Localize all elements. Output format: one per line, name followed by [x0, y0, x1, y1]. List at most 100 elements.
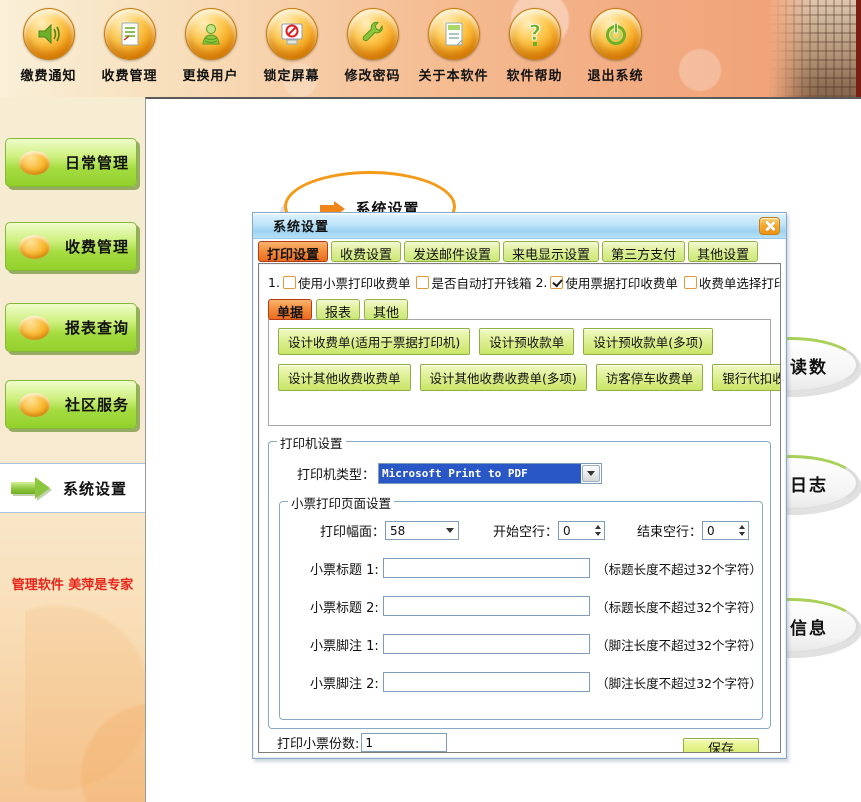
checkbox-use-receipt-printer[interactable]: [283, 276, 296, 289]
chevron-down-icon: [587, 471, 595, 480]
toolbar-button-payment-notice[interactable]: 缴费通知: [8, 8, 89, 84]
start-blank-spinner[interactable]: 0: [558, 521, 605, 540]
tab-thirdparty-payment[interactable]: 第三方支付: [602, 241, 685, 262]
sidebar-item-label: 报表查询: [65, 317, 129, 338]
tab-email-settings[interactable]: 发送邮件设置: [404, 241, 500, 262]
toolbar-button-about-software[interactable]: 关于本软件: [413, 8, 494, 84]
receipt-footer2-row: 小票脚注 2: （脚注长度不超过32个字符）: [298, 672, 762, 692]
help-icon: ?: [509, 8, 561, 60]
user-icon: [185, 8, 237, 60]
end-blank-spinner[interactable]: 0: [702, 521, 749, 540]
receipt-title1-input[interactable]: [383, 558, 590, 578]
spinner-arrows-icon[interactable]: [739, 525, 745, 536]
close-button[interactable]: [759, 217, 780, 235]
design-prepay-multi-button[interactable]: 设计预收款单(多项): [583, 328, 713, 355]
toolbar-button-exit-system[interactable]: 退出系统: [575, 8, 656, 84]
dialog-title: 系统设置: [273, 216, 329, 235]
toolbar-button-lock-screen[interactable]: 锁定屏幕: [251, 8, 332, 84]
speaker-icon: [23, 8, 75, 60]
app-window: 缴费通知 收费管理 更换用户 锁定屏幕: [0, 0, 861, 802]
building-image: [769, 0, 861, 97]
field-label: 小票脚注 1:: [298, 635, 379, 654]
field-hint: （标题长度不超过32个字符）: [596, 597, 762, 616]
receipt-title2-row: 小票标题 2: （标题长度不超过32个字符）: [298, 596, 762, 616]
orange-dot-icon: [19, 393, 50, 417]
orange-dot-icon: [19, 235, 50, 259]
toolbar-button-switch-user[interactable]: 更换用户: [170, 8, 251, 84]
tab-other-settings[interactable]: 其他设置: [688, 241, 758, 262]
print-settings-page: 1. 使用小票打印收费单 是否自动打开钱箱 2. 使用票据打印收费单 收费单选择…: [258, 263, 781, 753]
option-number: 1.: [268, 275, 280, 290]
copies-label: 打印小票份数:: [277, 733, 359, 752]
printer-type-label: 打印机类型：: [291, 464, 375, 483]
start-blank-value: 0: [563, 524, 595, 538]
tab-fee-settings[interactable]: 收费设置: [331, 241, 401, 262]
sidebar-item-daily-management[interactable]: 日常管理: [5, 138, 137, 187]
checkbox-use-invoice-printer[interactable]: [550, 276, 563, 289]
sidebar-item-label: 日常管理: [65, 152, 129, 173]
checkbox-select-printer[interactable]: [684, 276, 697, 289]
document-icon: [104, 8, 156, 60]
toolbar-button-change-password[interactable]: 修改密码: [332, 8, 413, 84]
wrench-icon: [347, 8, 399, 60]
bank-withholding-button[interactable]: 银行代扣收费单: [712, 364, 781, 391]
sidebar-item-report-query[interactable]: 报表查询: [5, 303, 137, 352]
toolbar-label: 关于本软件: [418, 65, 488, 84]
subtab-reports[interactable]: 报表: [316, 299, 360, 320]
chevron-down-icon: [446, 528, 454, 537]
copies-row: 打印小票份数:: [277, 733, 770, 752]
design-button-row: 设计收费单(适用于票据打印机) 设计预收款单 设计预收款单(多项): [278, 328, 761, 355]
orange-dot-icon: [19, 316, 50, 340]
printer-type-value: Microsoft Print to PDF: [379, 464, 581, 483]
sidebar-item-system-settings[interactable]: 系统设置: [0, 463, 146, 513]
spinner-arrows-icon[interactable]: [595, 525, 601, 536]
printer-type-combobox[interactable]: Microsoft Print to PDF: [378, 463, 602, 484]
sidebar-item-fee-management[interactable]: 收费管理: [5, 222, 137, 271]
design-button-panel: 设计收费单(适用于票据打印机) 设计预收款单 设计预收款单(多项) 设计其他收费…: [268, 319, 771, 426]
toolbar-label: 退出系统: [587, 65, 643, 84]
top-toolbar: 缴费通知 收费管理 更换用户 锁定屏幕: [0, 0, 861, 97]
toolbar-label: 收费管理: [101, 65, 157, 84]
lock-screen-icon: [266, 8, 318, 60]
visitor-parking-button[interactable]: 访客停车收费单: [596, 364, 704, 391]
receipt-footer1-input[interactable]: [383, 634, 590, 654]
option-label: 收费单选择打印机: [699, 273, 781, 292]
toolbar-label: 修改密码: [344, 65, 400, 84]
dropdown-button[interactable]: [582, 465, 600, 482]
toolbar-button-software-help[interactable]: ? 软件帮助: [494, 8, 575, 84]
printer-type-row: 打印机类型： Microsoft Print to PDF: [291, 463, 770, 484]
sidebar-item-community-service[interactable]: 社区服务: [5, 380, 137, 429]
toolbar-button-fee-management[interactable]: 收费管理: [89, 8, 170, 84]
sidebar-active-label: 系统设置: [63, 478, 127, 499]
option-label: 是否自动打开钱箱: [431, 273, 531, 292]
toolbar-items: 缴费通知 收费管理 更换用户 锁定屏幕: [8, 8, 656, 84]
tab-print-settings[interactable]: 打印设置: [258, 241, 328, 262]
end-blank-value: 0: [707, 524, 739, 538]
checkbox-auto-open-cashbox[interactable]: [416, 276, 429, 289]
copies-input[interactable]: [361, 733, 447, 752]
receipt-title1-row: 小票标题 1: （标题长度不超过32个字符）: [298, 558, 762, 578]
subtab-receipts[interactable]: 单据: [268, 299, 312, 320]
print-option-row: 1. 使用小票打印收费单 是否自动打开钱箱 2. 使用票据打印收费单 收费单选择…: [268, 273, 771, 292]
main-content: 系统设置 读数 日志 信息 系统设置 打印设置 收费设置 发送邮件设置 来电显示…: [145, 97, 861, 802]
printer-settings-group: 打印机设置 打印机类型： Microsoft Print to PDF 小票打印…: [268, 441, 771, 729]
end-blank-label: 结束空行：: [637, 521, 702, 540]
dialog-titlebar[interactable]: 系统设置: [253, 213, 786, 239]
design-other-fee-multi-button[interactable]: 设计其他收费收费单(多项): [420, 364, 587, 391]
page-width-row: 打印幅面： 58 开始空行： 0 结束空行：: [320, 521, 762, 540]
design-prepay-button[interactable]: 设计预收款单: [479, 328, 574, 355]
paper-width-combobox[interactable]: 58: [385, 521, 459, 540]
toolbar-label: 缴费通知: [20, 65, 76, 84]
receipt-title2-input[interactable]: [383, 596, 590, 616]
group-title: 打印机设置: [277, 433, 346, 452]
receipt-page-settings-group: 小票打印页面设置 打印幅面： 58 开始空行： 0: [279, 501, 763, 720]
subtab-others[interactable]: 其他: [364, 299, 408, 320]
power-icon: [590, 8, 642, 60]
design-receipt-button[interactable]: 设计收费单(适用于票据打印机): [278, 328, 470, 355]
toolbar-label: 软件帮助: [506, 65, 562, 84]
field-label: 小票标题 1:: [298, 559, 379, 578]
tab-callerid-settings[interactable]: 来电显示设置: [503, 241, 599, 262]
design-other-fee-button[interactable]: 设计其他收费收费单: [278, 364, 411, 391]
field-label: 小票标题 2:: [298, 597, 379, 616]
receipt-footer2-input[interactable]: [383, 672, 590, 692]
